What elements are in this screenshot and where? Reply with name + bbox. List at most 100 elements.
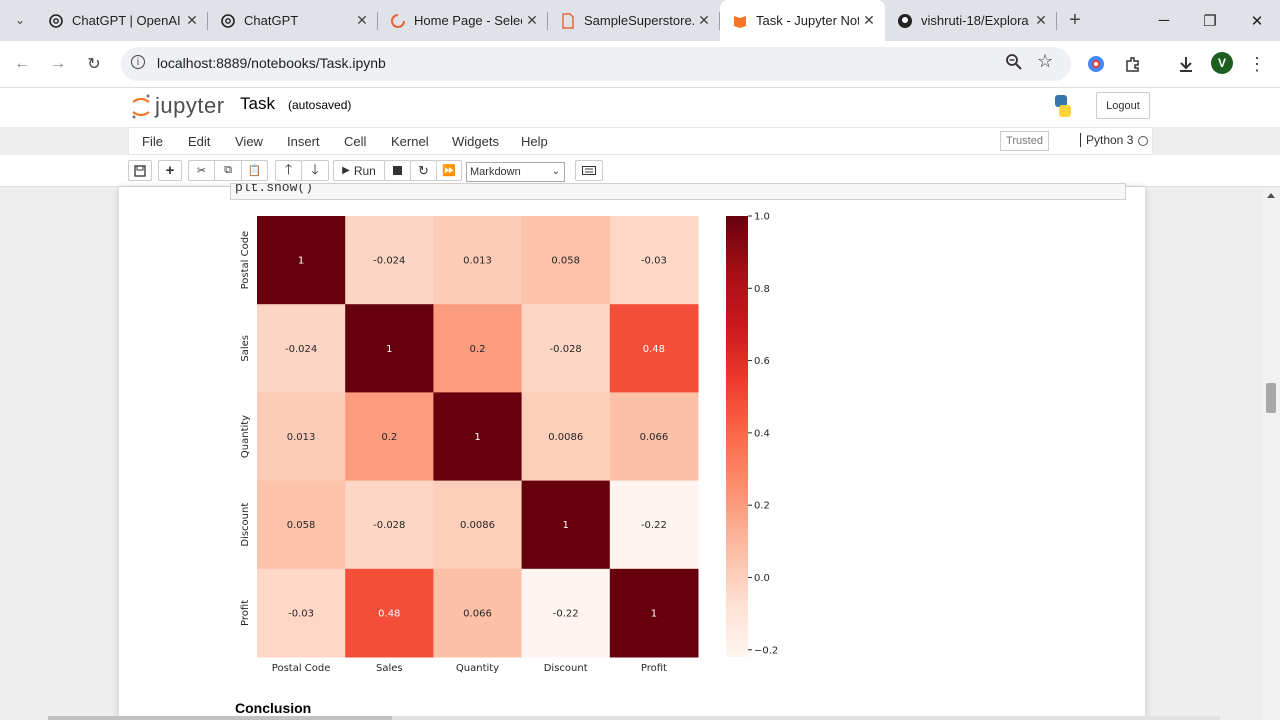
heatmap-cell-label: 0.058 <box>287 520 316 531</box>
heatmap-cell-label: 0.0086 <box>548 432 583 443</box>
menu-cell[interactable]: Cell <box>344 134 366 149</box>
browser-toolbar: ← → ↻ i localhost:8889/notebooks/Task.ip… <box>0 41 1280 88</box>
heatmap-cell-label: -0.22 <box>553 608 579 619</box>
horizontal-scrollbar[interactable] <box>48 716 1220 720</box>
save-icon[interactable] <box>128 160 152 181</box>
menu-view[interactable]: View <box>235 134 263 149</box>
browser-tab-home-page[interactable]: Home Page - Selec ✕ <box>378 0 548 41</box>
jupyter-logo-text: jupyter <box>155 93 225 118</box>
jupyter-logo[interactable]: jupyter <box>131 92 225 120</box>
trusted-indicator[interactable]: Trusted <box>1000 131 1049 151</box>
colorbar-tick-label: −0.2 <box>754 645 778 656</box>
extensions-puzzle-icon[interactable] <box>1119 50 1147 78</box>
paste-icon[interactable]: 📋 <box>241 160 268 181</box>
colorbar-tick-label: 0.8 <box>754 284 770 295</box>
heatmap-cell-label: -0.028 <box>373 520 405 531</box>
close-tab-icon[interactable]: ✕ <box>522 12 542 29</box>
more-menu-icon[interactable]: ⋮ <box>1243 50 1271 78</box>
python-logo-icon <box>1050 93 1076 124</box>
heatmap-cell-label: -0.03 <box>288 608 314 619</box>
stop-icon[interactable] <box>384 160 411 181</box>
chevron-down-icon: ⌄ <box>551 166 560 177</box>
browser-tab-task-jupyter[interactable]: Task - Jupyter Note ✕ <box>720 0 885 41</box>
heatmap-cell-label: 0.2 <box>470 344 486 355</box>
tab-title: Task - Jupyter Note <box>756 13 859 28</box>
notebook-name[interactable]: Task <box>240 94 275 114</box>
colorbar-tick-label: 0.6 <box>754 356 770 367</box>
close-tab-icon[interactable]: ✕ <box>182 12 202 29</box>
horizontal-scrollbar-thumb[interactable] <box>48 716 392 720</box>
x-tick-label: Profit <box>641 663 667 674</box>
menu-widgets[interactable]: Widgets <box>452 134 499 149</box>
bookmark-star-icon[interactable]: ☆ <box>1037 51 1053 72</box>
browser-tab-samplesuperstore[interactable]: SampleSuperstore. ✕ <box>548 0 720 41</box>
browser-tab-github[interactable]: vishruti-18/Explora ✕ <box>885 0 1057 41</box>
y-tick-label: Profit <box>240 600 251 626</box>
cell-type-value: Markdown <box>470 166 521 178</box>
heatmap-cell-label: 0.2 <box>381 432 397 443</box>
close-tab-icon[interactable]: ✕ <box>1031 12 1051 29</box>
address-bar[interactable]: i localhost:8889/notebooks/Task.ipynb ☆ <box>121 47 1071 81</box>
command-palette-keyboard-icon[interactable] <box>575 160 603 181</box>
y-tick-label: Sales <box>240 335 251 362</box>
cell-type-select[interactable]: Markdown ⌄ <box>466 162 565 182</box>
new-tab-plus-icon[interactable]: + <box>1061 6 1089 34</box>
move-down-arrow-icon[interactable]: 🡓 <box>301 160 329 181</box>
close-tab-icon[interactable]: ✕ <box>694 12 714 29</box>
restore-window-icon[interactable]: ❐ <box>1187 0 1233 41</box>
run-button[interactable]: ▶ Run <box>333 160 385 181</box>
y-tick-label: Discount <box>240 503 251 547</box>
colorbar <box>726 216 748 657</box>
download-icon[interactable] <box>1172 50 1200 78</box>
jupyter-header: jupyter Task (autosaved) Logout <box>0 88 1280 127</box>
heatmap-cell-label: 0.013 <box>287 432 316 443</box>
profile-avatar[interactable]: V <box>1211 52 1233 74</box>
github-icon <box>897 13 913 29</box>
heatmap-cell-label: -0.024 <box>285 344 317 355</box>
x-tick-label: Discount <box>544 663 588 674</box>
heatmap-cell-label: 0.48 <box>378 608 400 619</box>
copy-icon[interactable]: ⧉ <box>214 160 242 181</box>
conclusion-heading: Conclusion <box>235 700 312 716</box>
menu-help[interactable]: Help <box>521 134 548 149</box>
y-tick-label: Postal Code <box>240 231 251 290</box>
jupyter-logo-icon <box>132 94 150 119</box>
close-tab-icon[interactable]: ✕ <box>352 12 372 29</box>
menu-edit[interactable]: Edit <box>188 134 210 149</box>
close-tab-icon[interactable]: ✕ <box>859 12 879 29</box>
kernel-name[interactable]: Python 3 <box>1080 133 1133 147</box>
scrollbar-thumb[interactable] <box>1266 383 1276 413</box>
menu-kernel[interactable]: Kernel <box>391 134 429 149</box>
reload-icon[interactable]: ↻ <box>80 50 108 78</box>
heatmap-cell-label: 0.066 <box>463 608 492 619</box>
menu-file[interactable]: File <box>142 134 163 149</box>
colorbar-tick-label: 0.0 <box>754 573 770 584</box>
heatmap-cell-label: -0.22 <box>641 520 667 531</box>
vertical-scrollbar[interactable] <box>1262 187 1280 720</box>
minimize-window-icon[interactable]: ─ <box>1141 0 1187 41</box>
insert-cell-plus-icon[interactable]: + <box>158 160 182 181</box>
menu-insert[interactable]: Insert <box>287 134 320 149</box>
site-info-icon[interactable]: i <box>131 55 145 69</box>
cut-icon[interactable]: ✂ <box>188 160 215 181</box>
scroll-up-arrow-icon[interactable] <box>1267 193 1275 198</box>
move-up-arrow-icon[interactable]: 🡑 <box>275 160 302 181</box>
heatmap-cell-label: 1 <box>563 520 569 531</box>
logout-button[interactable]: Logout <box>1096 92 1150 119</box>
heatmap-cell-label: 1 <box>386 344 392 355</box>
y-tick-label: Quantity <box>240 415 251 458</box>
restart-icon[interactable]: ↻ <box>410 160 437 181</box>
kernel-status-icon <box>1138 136 1148 146</box>
back-arrow-icon[interactable]: ← <box>8 50 36 78</box>
browser-tab-chatgpt[interactable]: ChatGPT ✕ <box>208 0 378 41</box>
close-window-icon[interactable]: ✕ <box>1234 0 1280 41</box>
extension-colorful-icon[interactable] <box>1082 50 1110 78</box>
tab-search-chevron-icon[interactable]: ⌄ <box>6 6 34 34</box>
forward-arrow-icon[interactable]: → <box>44 50 72 78</box>
x-tick-label: Postal Code <box>272 663 331 674</box>
code-cell-input[interactable]: plt.show() <box>230 183 1126 200</box>
fast-forward-icon[interactable]: ⏩ <box>436 160 462 181</box>
heatmap-cell-label: 0.013 <box>463 256 492 267</box>
zoom-icon[interactable] <box>1005 53 1023 76</box>
browser-tab-chatgpt-openai[interactable]: ChatGPT | OpenAI ✕ <box>36 0 208 41</box>
